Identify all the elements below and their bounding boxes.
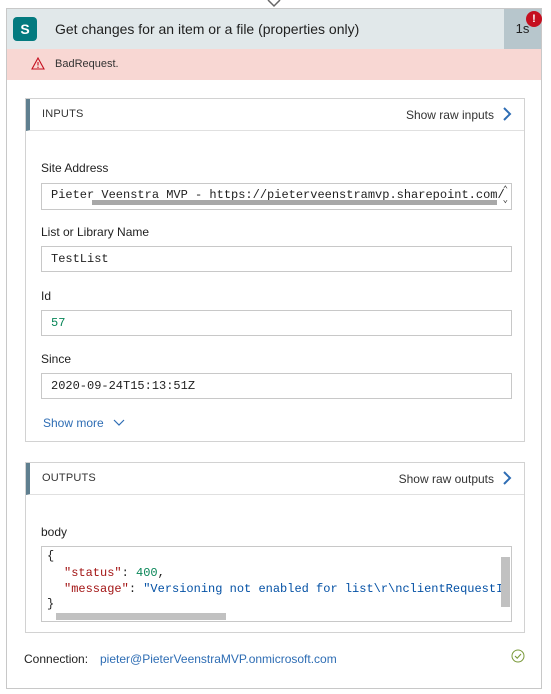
chevron-down-icon bbox=[113, 419, 125, 426]
check-circle-icon bbox=[511, 649, 525, 663]
list-name-field[interactable]: TestList bbox=[41, 246, 512, 272]
message-value: "Versioning not enabled for list\r\nclie… bbox=[143, 582, 512, 596]
action-title: Get changes for an item or a file (prope… bbox=[55, 21, 360, 37]
code-close-brace: } bbox=[47, 597, 55, 611]
chevron-right-icon[interactable] bbox=[502, 107, 512, 121]
error-status-icon: ! bbox=[526, 11, 542, 27]
vertical-scrollbar[interactable] bbox=[501, 557, 510, 607]
outputs-section: OUTPUTS Show raw outputs body { "status"… bbox=[25, 462, 525, 633]
show-raw-inputs-link[interactable]: Show raw inputs bbox=[406, 108, 494, 122]
site-address-label: Site Address bbox=[41, 161, 109, 175]
warning-icon bbox=[31, 57, 45, 70]
status-value: 400 bbox=[136, 566, 158, 580]
message-key: "message" bbox=[64, 582, 129, 596]
action-card: S Get changes for an item or a file (pro… bbox=[6, 8, 542, 689]
inputs-title: INPUTS bbox=[42, 108, 84, 120]
sharepoint-icon: S bbox=[13, 17, 37, 41]
site-address-field[interactable]: Pieter Veenstra MVP - https://pieterveen… bbox=[41, 183, 512, 210]
show-more-label: Show more bbox=[43, 416, 104, 430]
chevron-right-icon[interactable] bbox=[502, 471, 512, 485]
body-label: body bbox=[41, 525, 68, 539]
list-name-label: List or Library Name bbox=[41, 225, 150, 239]
error-message: BadRequest. bbox=[55, 58, 119, 70]
body-code-viewer[interactable]: { "status": 400, "message": "Versioning … bbox=[41, 546, 512, 622]
connection-label: Connection: bbox=[24, 652, 89, 666]
outputs-header: OUTPUTS Show raw outputs bbox=[26, 463, 524, 495]
since-label: Since bbox=[41, 352, 72, 366]
show-more-link[interactable]: Show more bbox=[43, 416, 125, 430]
id-field[interactable]: 57 bbox=[41, 310, 512, 336]
horizontal-scrollbar[interactable] bbox=[56, 613, 226, 620]
scroll-up-icon[interactable]: ⌃ bbox=[503, 185, 508, 195]
id-label: Id bbox=[41, 289, 52, 303]
scroll-down-icon[interactable]: ⌄ bbox=[503, 195, 508, 205]
error-banner: BadRequest. bbox=[7, 49, 541, 80]
inputs-header: INPUTS Show raw inputs bbox=[26, 99, 524, 131]
code-open-brace: { bbox=[47, 549, 55, 563]
show-raw-outputs-link[interactable]: Show raw outputs bbox=[399, 472, 494, 486]
connection-account-link[interactable]: pieter@PieterVeenstraMVP.onmicrosoft.com bbox=[100, 652, 337, 666]
since-field[interactable]: 2020-09-24T15:13:51Z bbox=[41, 373, 512, 399]
status-key: "status" bbox=[64, 566, 122, 580]
code-status-line: "status": 400, bbox=[64, 566, 165, 580]
code-message-line: "message": "Versioning not enabled for l… bbox=[64, 582, 512, 596]
horizontal-scrollbar[interactable] bbox=[92, 200, 497, 205]
outputs-title: OUTPUTS bbox=[42, 472, 96, 484]
action-header[interactable]: S Get changes for an item or a file (pro… bbox=[7, 9, 541, 49]
inputs-section: INPUTS Show raw inputs Site Address Piet… bbox=[25, 98, 525, 442]
